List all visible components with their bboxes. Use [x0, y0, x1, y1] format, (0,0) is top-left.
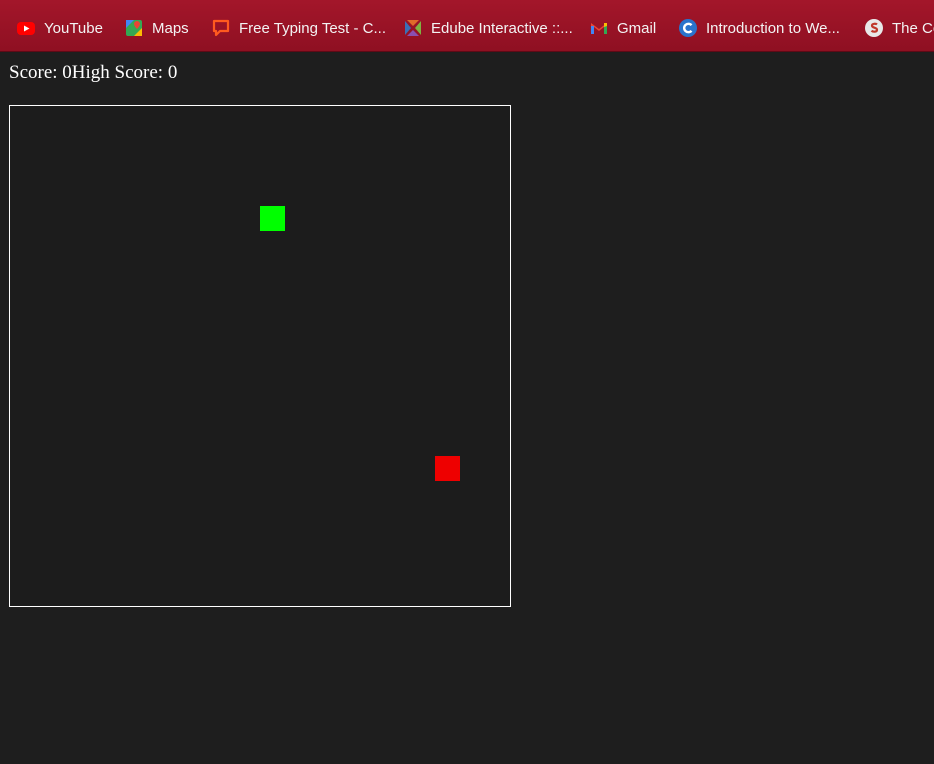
bookmark-youtube[interactable]: YouTube	[16, 17, 103, 39]
site-icon	[864, 18, 884, 38]
bookmarks-bar: YouTube Maps Free Typing Test - C... Edu…	[0, 0, 934, 52]
bookmark-label: YouTube	[44, 19, 103, 37]
game-board[interactable]	[9, 105, 511, 607]
bookmark-label: Edube Interactive ::...	[431, 19, 573, 37]
bookmark-gmail[interactable]: Gmail	[589, 17, 656, 39]
high-score-text: High Score: 0	[71, 62, 178, 83]
snake-head	[260, 206, 285, 231]
maps-icon	[124, 18, 144, 38]
score-display: Score: 0High Score: 0	[9, 62, 177, 84]
bookmark-label: Free Typing Test - C...	[239, 19, 387, 37]
youtube-icon	[16, 18, 36, 38]
food-item	[435, 456, 460, 481]
bookmark-maps[interactable]: Maps	[124, 17, 189, 39]
bookmark-introduction[interactable]: Introduction to We...	[678, 17, 840, 39]
bookmark-label: The Co	[892, 19, 934, 37]
bookmark-typing-test[interactable]: Free Typing Test - C...	[211, 17, 386, 39]
bookmark-edube[interactable]: Edube Interactive ::...	[403, 17, 573, 39]
gmail-icon	[589, 18, 609, 38]
typing-test-icon	[211, 18, 231, 38]
bookmark-the-co[interactable]: The Co	[864, 17, 934, 39]
coursera-icon	[678, 18, 698, 38]
bookmark-label: Introduction to We...	[706, 19, 840, 37]
bookmark-label: Gmail	[617, 19, 657, 37]
score-text: Score: 0	[9, 62, 72, 83]
edube-icon	[403, 18, 423, 38]
bookmark-label: Maps	[152, 19, 189, 37]
